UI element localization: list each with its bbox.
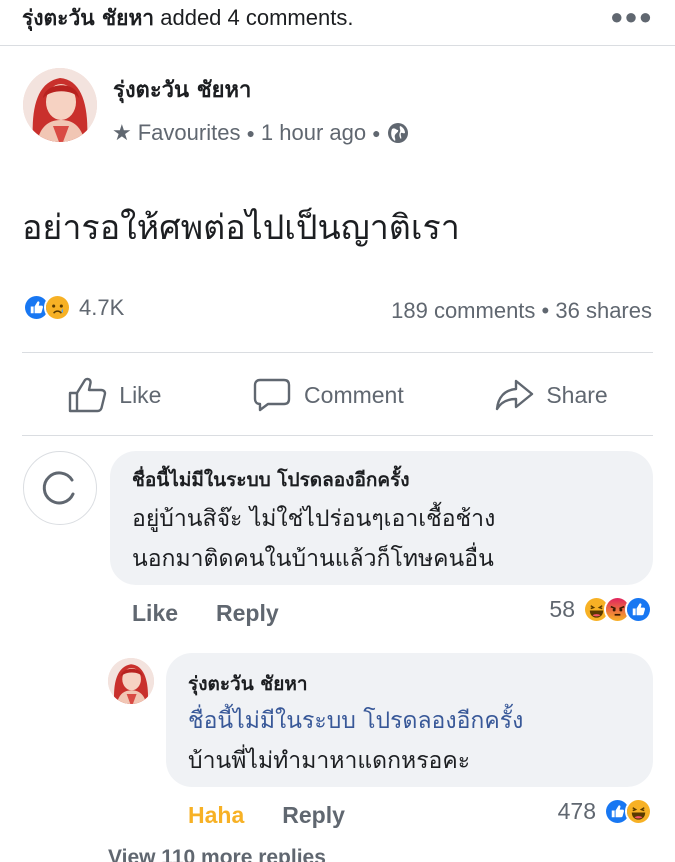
shares-count[interactable]: 36 shares	[555, 298, 652, 323]
comment-bubble[interactable]: ชื่อนี้ไม่มีในระบบ โปรดลองอีกครั้ง อยู่บ…	[110, 451, 653, 585]
globe-icon	[387, 122, 409, 144]
comments-count[interactable]: 189 comments	[391, 298, 535, 323]
divider	[22, 435, 653, 436]
loading-spinner-icon	[42, 471, 75, 505]
reaction-count: 4.7K	[79, 294, 125, 320]
comment-actions: Like Reply	[132, 600, 279, 627]
post-actions: Like Comment Share	[22, 356, 653, 434]
like-reaction-icon	[625, 596, 652, 623]
comment-text-line: นอกมาติดคนในบ้านแล้วก็โทษคนอื่น	[132, 546, 494, 572]
commenter-avatar-loading[interactable]	[23, 451, 97, 525]
comment-author-name[interactable]: ชื่อนี้ไม่มีในระบบ โปรดลองอีกครั้ง	[132, 465, 410, 495]
reply-author-avatar[interactable]	[108, 658, 154, 704]
sad-reaction-icon	[44, 294, 71, 321]
post-stats: 189 comments • 36 shares	[391, 298, 652, 324]
reaction-summary[interactable]: 4.7K	[23, 294, 124, 321]
post-author-name[interactable]: รุ่งตะวัน ชัยหา	[113, 72, 251, 107]
reply-reaction-count: 478	[557, 798, 596, 824]
reply-reactions[interactable]: 478	[558, 798, 652, 825]
more-horizontal-icon[interactable]: ●●●	[610, 4, 653, 30]
reply-bubble[interactable]: รุ่งตะวัน ชัยหา ชื่อนี้ไม่มีในระบบ โปรดล…	[166, 653, 653, 787]
post-meta: ★ Favourites ● 1 hour ago ●	[112, 120, 409, 146]
reply-mention[interactable]: ชื่อนี้ไม่มีในระบบ โปรดลองอีกครั้ง	[188, 701, 523, 741]
share-label: Share	[546, 381, 608, 408]
reply-text-line: บ้านพี่ไม่ทำมาหาแดกหรอคะ	[188, 748, 471, 774]
reply-author-name[interactable]: รุ่งตะวัน ชัยหา	[188, 669, 308, 699]
share-button[interactable]: Share	[494, 377, 608, 413]
comment-reply-button[interactable]: Reply	[216, 600, 279, 627]
view-more-replies-link[interactable]: View 110 more replies	[108, 846, 326, 862]
divider	[22, 352, 653, 353]
like-label: Like	[119, 381, 162, 408]
comment-reaction-count: 58	[549, 596, 575, 622]
comment-text-line: อยู่บ้านสิจ๊ะ ไม่ใช่ไปร่อนๆเอาเชื้อช้าง	[132, 506, 496, 532]
comment-reactions[interactable]: 58	[549, 596, 652, 623]
activity-actor[interactable]: รุ่งตะวัน ชัยหา	[22, 6, 154, 30]
post-audience[interactable]: Favourites	[138, 120, 241, 146]
activity-header: รุ่งตะวัน ชัยหา added 4 comments. ●●●	[0, 0, 675, 46]
haha-reaction-icon	[625, 798, 652, 825]
reply-actions: Haha Reply	[188, 802, 345, 829]
thumbs-up-icon	[69, 377, 107, 413]
star-icon: ★	[112, 120, 132, 145]
post-time[interactable]: 1 hour ago	[261, 120, 366, 146]
dot-separator: ●	[246, 125, 255, 141]
activity-text: รุ่งตะวัน ชัยหา added 4 comments.	[22, 2, 353, 35]
share-icon	[496, 379, 534, 411]
comment-icon	[253, 378, 291, 412]
comment-button[interactable]: Comment	[252, 377, 404, 413]
comment-like-button[interactable]: Like	[132, 600, 178, 627]
like-button[interactable]: Like	[67, 377, 161, 413]
post-text: อย่ารอให้ศพต่อไปเป็นญาติเรา	[22, 208, 460, 248]
reply-haha-button[interactable]: Haha	[188, 802, 244, 829]
author-avatar[interactable]	[23, 68, 97, 142]
dot-separator: ●	[372, 125, 381, 141]
reply-reply-button[interactable]: Reply	[282, 802, 345, 829]
activity-action: added 4 comments.	[160, 5, 354, 30]
dot-separator: •	[541, 298, 556, 323]
comment-label: Comment	[304, 381, 404, 408]
